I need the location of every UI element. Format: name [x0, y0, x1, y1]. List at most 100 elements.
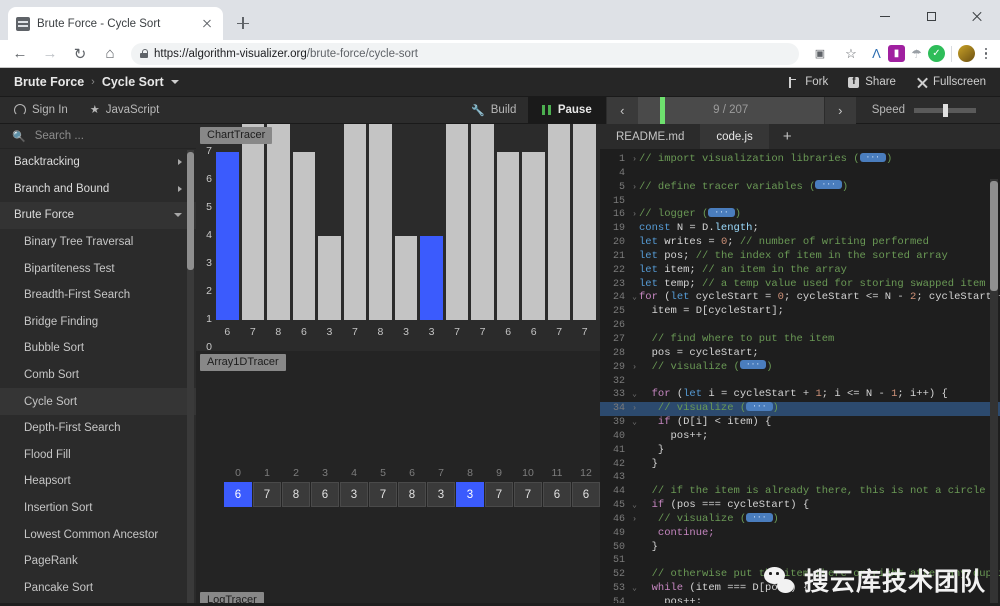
code-editor[interactable]: 1›// import visualization libraries (···…: [600, 149, 1000, 603]
collapsed-code-chip[interactable]: ···: [815, 180, 841, 189]
sidebar-item-bubble-sort[interactable]: Bubble Sort: [0, 335, 196, 362]
build-button[interactable]: 🔧 Build: [459, 104, 528, 117]
add-file-button[interactable]: +: [769, 124, 806, 149]
sidebar-item-label: Lowest Common Ancestor: [24, 529, 158, 541]
new-tab-button[interactable]: [229, 9, 257, 37]
browser-tab[interactable]: Brute Force - Cycle Sort: [8, 7, 223, 40]
sidebar-item-binary-tree-traversal[interactable]: Binary Tree Traversal: [0, 229, 196, 256]
back-icon[interactable]: ←: [6, 40, 34, 68]
next-step-button[interactable]: ›: [824, 97, 856, 124]
fold-toggle-icon[interactable]: ⌄: [630, 388, 639, 402]
extension-icon-1[interactable]: Λ: [868, 45, 885, 62]
sidebar-scrollbar-thumb[interactable]: [187, 152, 194, 270]
editor-scrollbar-thumb[interactable]: [990, 181, 998, 291]
chevron-right-icon: [178, 186, 182, 192]
array-cell: 3: [456, 482, 484, 507]
breadcrumb-page[interactable]: Cycle Sort: [102, 75, 164, 89]
sidebar-item-lowest-common-ancestor[interactable]: Lowest Common Ancestor: [0, 521, 196, 548]
forward-icon[interactable]: →: [36, 40, 64, 68]
chart-bar-column: [497, 124, 520, 320]
profile-avatar[interactable]: [958, 45, 975, 62]
close-tab-icon[interactable]: [199, 16, 215, 32]
sidebar-item-comb-sort[interactable]: Comb Sort: [0, 362, 196, 389]
maximize-button[interactable]: [908, 0, 954, 32]
line-number: 22: [600, 264, 630, 278]
fold-toggle-icon[interactable]: ›: [630, 402, 639, 416]
sidebar-item-brute-force[interactable]: Brute Force: [0, 202, 196, 229]
sidebar-item-cycle-sort[interactable]: Cycle Sort: [0, 388, 196, 415]
collapsed-code-chip[interactable]: ···: [740, 360, 766, 369]
sidebar-item-bipartiteness-test[interactable]: Bipartiteness Test: [0, 255, 196, 282]
code-token: let: [639, 236, 664, 248]
fold-toggle-icon[interactable]: ⌄: [630, 582, 639, 596]
sidebar-item-label: Binary Tree Traversal: [24, 236, 133, 248]
code-tab-readme-md[interactable]: README.md: [600, 124, 700, 149]
code-token: // visualize (: [639, 513, 746, 525]
reload-icon[interactable]: ↻: [66, 40, 94, 68]
sidebar-item-bridge-finding[interactable]: Bridge Finding: [0, 309, 196, 336]
code-line: 19const N = D.length;: [600, 222, 1000, 236]
chart-bar: [522, 152, 545, 320]
code-lines: 1›// import visualization libraries (···…: [600, 153, 1000, 603]
sidebar-item-heapsort[interactable]: Heapsort: [0, 468, 196, 495]
breadcrumb-category[interactable]: Brute Force: [14, 75, 84, 89]
build-label: Build: [491, 104, 517, 116]
speed-slider-knob[interactable]: [943, 104, 948, 117]
code-line: 23let temp; // a temp value used for sto…: [600, 278, 1000, 292]
sidebar-item-backtracking[interactable]: Backtracking: [0, 149, 196, 176]
code-text: pos++;: [639, 596, 702, 603]
extension-icon-3[interactable]: ☂: [908, 45, 925, 62]
progress-seekbar[interactable]: 9 / 207: [638, 97, 824, 124]
omnibox-divider: [951, 46, 952, 62]
array1d-tracer-label: Array1DTracer: [200, 354, 286, 371]
log-tracer-label: LogTracer: [200, 592, 264, 603]
collapsed-code-chip[interactable]: ···: [708, 208, 734, 217]
signin-button[interactable]: Sign In: [14, 104, 68, 116]
browser-menu-icon[interactable]: [978, 48, 994, 60]
fold-toggle-icon[interactable]: ›: [630, 361, 639, 375]
extension-icon-2[interactable]: ▮: [888, 45, 905, 62]
collapsed-code-chip[interactable]: ···: [746, 513, 772, 522]
translate-icon[interactable]: ▣: [806, 40, 834, 68]
line-number: 20: [600, 236, 630, 250]
sidebar-item-flood-fill[interactable]: Flood Fill: [0, 442, 196, 469]
fold-toggle-icon[interactable]: ⌄: [630, 291, 639, 305]
sidebar-item-depth-first-search[interactable]: Depth-First Search: [0, 415, 196, 442]
fork-button[interactable]: Fork: [788, 76, 828, 88]
code-line: 5›// define tracer variables (···): [600, 181, 1000, 195]
fold-toggle-icon[interactable]: ›: [630, 513, 639, 527]
fold-toggle-icon[interactable]: ⌄: [630, 416, 639, 430]
sidebar-item-breadth-first-search[interactable]: Breadth-First Search: [0, 282, 196, 309]
home-icon[interactable]: ⌂: [96, 40, 124, 68]
maximize-icon: [927, 12, 936, 21]
fold-toggle-icon[interactable]: ›: [630, 208, 639, 222]
sidebar-item-insertion-sort[interactable]: Insertion Sort: [0, 495, 196, 522]
array-index-label: 8: [456, 467, 484, 479]
collapsed-code-chip[interactable]: ···: [860, 153, 886, 162]
address-bar[interactable]: https://algorithm-visualizer.org/brute-f…: [131, 43, 799, 65]
sidebar-item-label: Cycle Sort: [24, 396, 77, 408]
prev-step-button[interactable]: ‹: [606, 97, 638, 124]
code-line: 32: [600, 375, 1000, 389]
fold-toggle-icon[interactable]: ›: [630, 153, 639, 167]
close-window-button[interactable]: [954, 0, 1000, 32]
search-input[interactable]: 🔍 Search ...: [0, 124, 196, 149]
bookmark-star-icon[interactable]: ☆: [837, 40, 865, 68]
code-text: for (let cycleStart = 0; cycleStart <= N…: [639, 291, 1000, 305]
collapsed-code-chip[interactable]: ···: [746, 402, 772, 411]
sidebar-item-pancake-sort[interactable]: Pancake Sort: [0, 575, 196, 602]
pause-button[interactable]: Pause: [528, 97, 605, 124]
share-button[interactable]: Share: [848, 76, 896, 88]
sidebar-item-pagerank[interactable]: PageRank: [0, 548, 196, 575]
speed-slider[interactable]: [914, 108, 976, 113]
fold-toggle-icon[interactable]: ›: [630, 181, 639, 195]
chevron-down-icon[interactable]: [171, 80, 179, 84]
code-token: if: [639, 416, 677, 428]
language-selector[interactable]: ★ JavaScript: [90, 104, 160, 116]
extension-icon-4[interactable]: ✓: [928, 45, 945, 62]
minimize-button[interactable]: [862, 0, 908, 32]
code-tab-code-js[interactable]: code.js: [700, 124, 768, 149]
fold-toggle-icon[interactable]: ⌄: [630, 499, 639, 513]
sidebar-item-branch-and-bound[interactable]: Branch and Bound: [0, 176, 196, 203]
fullscreen-button[interactable]: Fullscreen: [916, 76, 986, 88]
